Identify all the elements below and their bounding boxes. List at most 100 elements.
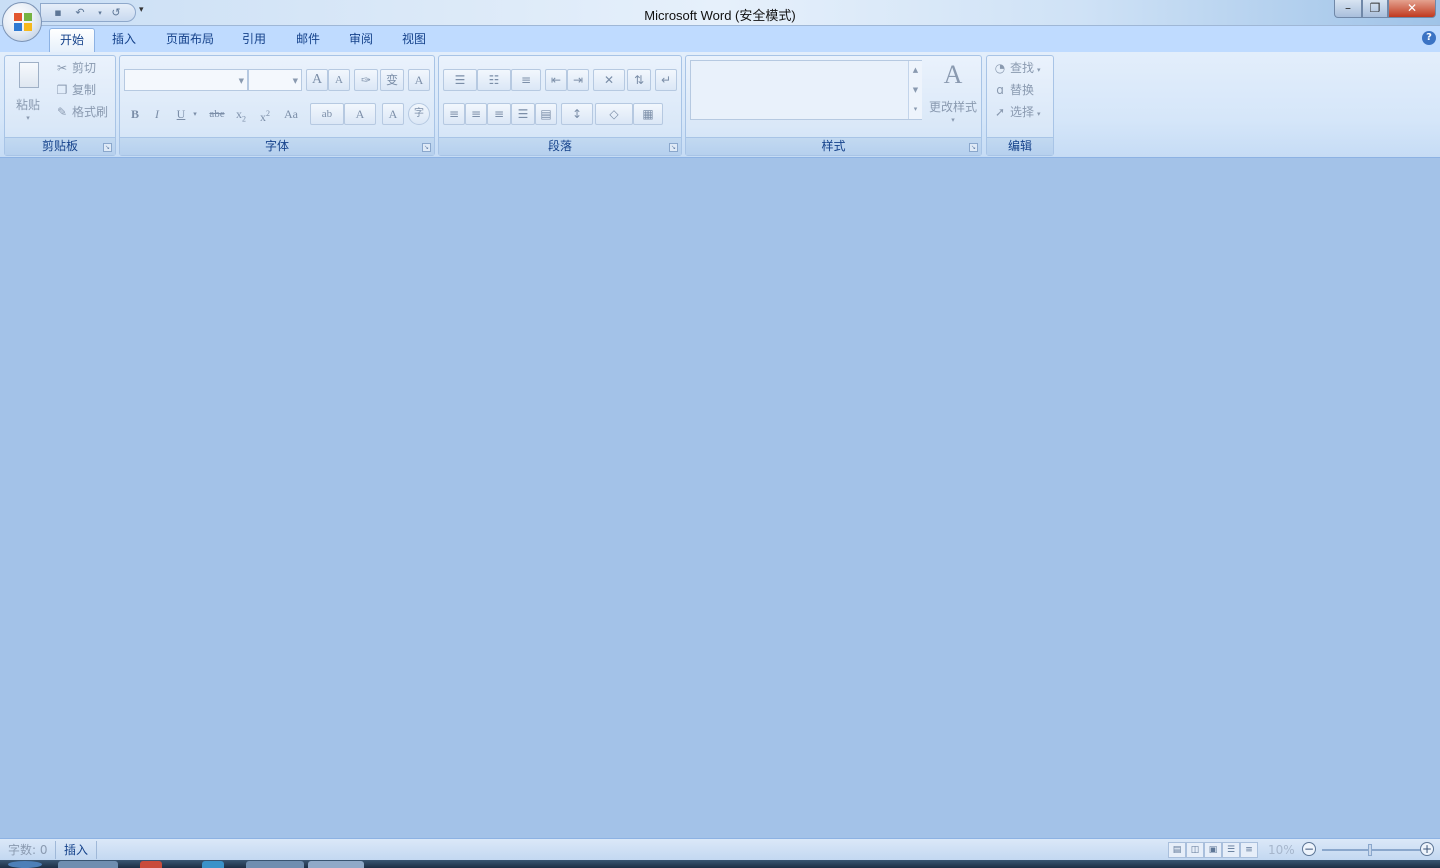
web-layout-icon[interactable]: ▣ xyxy=(1204,842,1222,858)
italic-button[interactable]: I xyxy=(146,103,168,125)
font-name-combo[interactable]: ▼ xyxy=(124,69,248,91)
styles-launcher-icon[interactable]: ↘ xyxy=(969,143,978,152)
tab-insert[interactable]: 插入 xyxy=(104,28,144,52)
grow-font-button[interactable]: A xyxy=(306,69,328,91)
paragraph-launcher-icon[interactable]: ↘ xyxy=(669,143,678,152)
strikethrough-button[interactable]: abe xyxy=(204,103,230,125)
status-bar: 字数: 0 插入 ▤ ◫ ▣ ☰ ≡ 10% − + xyxy=(0,838,1440,860)
select-label: 选择 xyxy=(1010,105,1035,119)
scissors-icon: ✂ xyxy=(56,61,68,75)
tab-page-layout[interactable]: 页面布局 xyxy=(160,28,220,52)
zoom-out-icon[interactable]: − xyxy=(1302,842,1316,856)
decrease-indent-icon[interactable]: ⇤ xyxy=(545,69,567,91)
align-left-icon[interactable]: ≡ xyxy=(443,103,465,125)
gallery-more-icon[interactable]: ▾ xyxy=(908,101,922,119)
align-center-icon[interactable]: ≡ xyxy=(465,103,487,125)
chevron-down-icon: ▾ xyxy=(951,116,955,124)
find-label: 查找 xyxy=(1010,61,1035,75)
taskbar-item[interactable] xyxy=(140,861,162,868)
change-styles-button[interactable]: A 更改样式 ▾ xyxy=(926,60,980,124)
distributed-icon[interactable]: ▤ xyxy=(535,103,557,125)
borders-icon[interactable]: ▦ xyxy=(633,103,663,125)
bullets-icon[interactable]: ☰ xyxy=(443,69,477,91)
zoom-slider-thumb[interactable] xyxy=(1368,844,1372,856)
change-case-button[interactable]: Aa xyxy=(278,103,304,125)
line-spacing-icon[interactable]: ↕ xyxy=(561,103,593,125)
document-area[interactable] xyxy=(0,158,1440,838)
draft-icon[interactable]: ≡ xyxy=(1240,842,1258,858)
numbering-icon[interactable]: ☷ xyxy=(477,69,511,91)
zoom-level[interactable]: 10% xyxy=(1268,842,1295,858)
taskbar-item[interactable] xyxy=(202,861,224,868)
status-divider xyxy=(96,841,97,859)
clipboard-launcher-icon[interactable]: ↘ xyxy=(103,143,112,152)
format-painter-label: 格式刷 xyxy=(72,105,109,119)
clear-formatting-icon[interactable]: ✑ xyxy=(354,69,378,91)
title-bar: ▪ ↶ ▾ ↺ ▾ Microsoft Word (安全模式) – ❐ ✕ xyxy=(0,0,1440,26)
maximize-button[interactable]: ❐ xyxy=(1362,0,1388,18)
copy-button[interactable]: ❐ 复制 xyxy=(55,80,96,100)
increase-indent-icon[interactable]: ⇥ xyxy=(567,69,589,91)
font-size-combo[interactable]: ▼ xyxy=(248,69,302,91)
outline-icon[interactable]: ☰ xyxy=(1222,842,1240,858)
highlight-button[interactable]: ab xyxy=(310,103,344,125)
zoom-in-icon[interactable]: + xyxy=(1420,842,1434,856)
taskbar-item[interactable] xyxy=(58,861,118,868)
character-border-button[interactable]: A xyxy=(408,69,430,91)
find-button[interactable]: ◔ 查找 ▾ xyxy=(993,58,1041,78)
superscript-button[interactable]: x2 xyxy=(254,103,276,125)
paste-label: 粘贴 xyxy=(15,98,40,112)
sort-icon[interactable]: ⇅ xyxy=(627,69,651,91)
print-layout-icon[interactable]: ▤ xyxy=(1168,842,1186,858)
gallery-up-icon[interactable]: ▲ xyxy=(908,61,922,81)
office-button[interactable] xyxy=(2,2,42,42)
shading-icon[interactable]: ◇ xyxy=(595,103,633,125)
select-button[interactable]: ➚ 选择 ▾ xyxy=(993,102,1041,122)
cut-button[interactable]: ✂ 剪切 xyxy=(55,58,96,78)
underline-dropdown-icon[interactable]: ▾ xyxy=(190,103,200,125)
tab-view[interactable]: 视图 xyxy=(394,28,434,52)
tab-review[interactable]: 审阅 xyxy=(341,28,381,52)
start-button[interactable] xyxy=(8,861,42,868)
bold-button[interactable]: B xyxy=(124,103,146,125)
copy-icon: ❐ xyxy=(56,83,68,97)
multilevel-list-icon[interactable]: ≡ xyxy=(511,69,541,91)
paste-button[interactable]: 粘贴 ▾ xyxy=(13,62,43,126)
tab-mailings[interactable]: 邮件 xyxy=(288,28,328,52)
font-color-button[interactable]: A xyxy=(344,103,376,125)
full-screen-reading-icon[interactable]: ◫ xyxy=(1186,842,1204,858)
align-right-icon[interactable]: ≡ xyxy=(487,103,511,125)
chevron-down-icon: ▾ xyxy=(1037,110,1041,118)
show-marks-icon[interactable]: ↵ xyxy=(655,69,677,91)
editing-group-label: 编辑 xyxy=(987,137,1053,155)
binoculars-icon: ◔ xyxy=(994,61,1006,75)
taskbar-item[interactable] xyxy=(308,861,364,868)
taskbar-item[interactable] xyxy=(246,861,304,868)
group-editing: ◔ 查找 ▾ ɑ 替换 ➚ 选择 ▾ 编辑 xyxy=(986,55,1054,156)
styles-gallery[interactable]: ▲ ▼ ▾ xyxy=(690,60,922,120)
phonetic-guide-button[interactable]: 变 xyxy=(380,69,404,91)
gallery-down-icon[interactable]: ▼ xyxy=(908,81,922,101)
minimize-button[interactable]: – xyxy=(1334,0,1362,18)
word-count[interactable]: 字数: 0 xyxy=(8,842,48,858)
insert-mode[interactable]: 插入 xyxy=(64,842,88,858)
format-painter-button[interactable]: ✎ 格式刷 xyxy=(55,102,108,122)
font-launcher-icon[interactable]: ↘ xyxy=(422,143,431,152)
character-shading-button[interactable]: A xyxy=(382,103,404,125)
ribbon-tabs: 开始 插入 页面布局 引用 邮件 审阅 视图 ? xyxy=(0,26,1440,52)
tab-home[interactable]: 开始 xyxy=(49,28,95,52)
shrink-font-button[interactable]: A xyxy=(328,69,350,91)
cut-label: 剪切 xyxy=(72,61,97,75)
group-clipboard: 粘贴 ▾ ✂ 剪切 ❐ 复制 ✎ 格式刷 剪贴板 ↘ xyxy=(4,55,116,156)
enclose-characters-button[interactable]: 字 xyxy=(408,103,430,125)
justify-icon[interactable]: ☰ xyxy=(511,103,535,125)
group-font: ▼ ▼ A A ✑ 变 A B I U ▾ abe x2 x2 Aa ab A … xyxy=(119,55,435,156)
underline-button[interactable]: U xyxy=(170,103,192,125)
replace-button[interactable]: ɑ 替换 xyxy=(993,80,1034,100)
chinese-layout-icon[interactable]: ✕ xyxy=(593,69,625,91)
tab-references[interactable]: 引用 xyxy=(234,28,274,52)
close-button[interactable]: ✕ xyxy=(1388,0,1436,18)
help-icon[interactable]: ? xyxy=(1422,31,1436,45)
styles-group-label: 样式 xyxy=(686,137,981,155)
subscript-button[interactable]: x2 xyxy=(230,103,252,125)
